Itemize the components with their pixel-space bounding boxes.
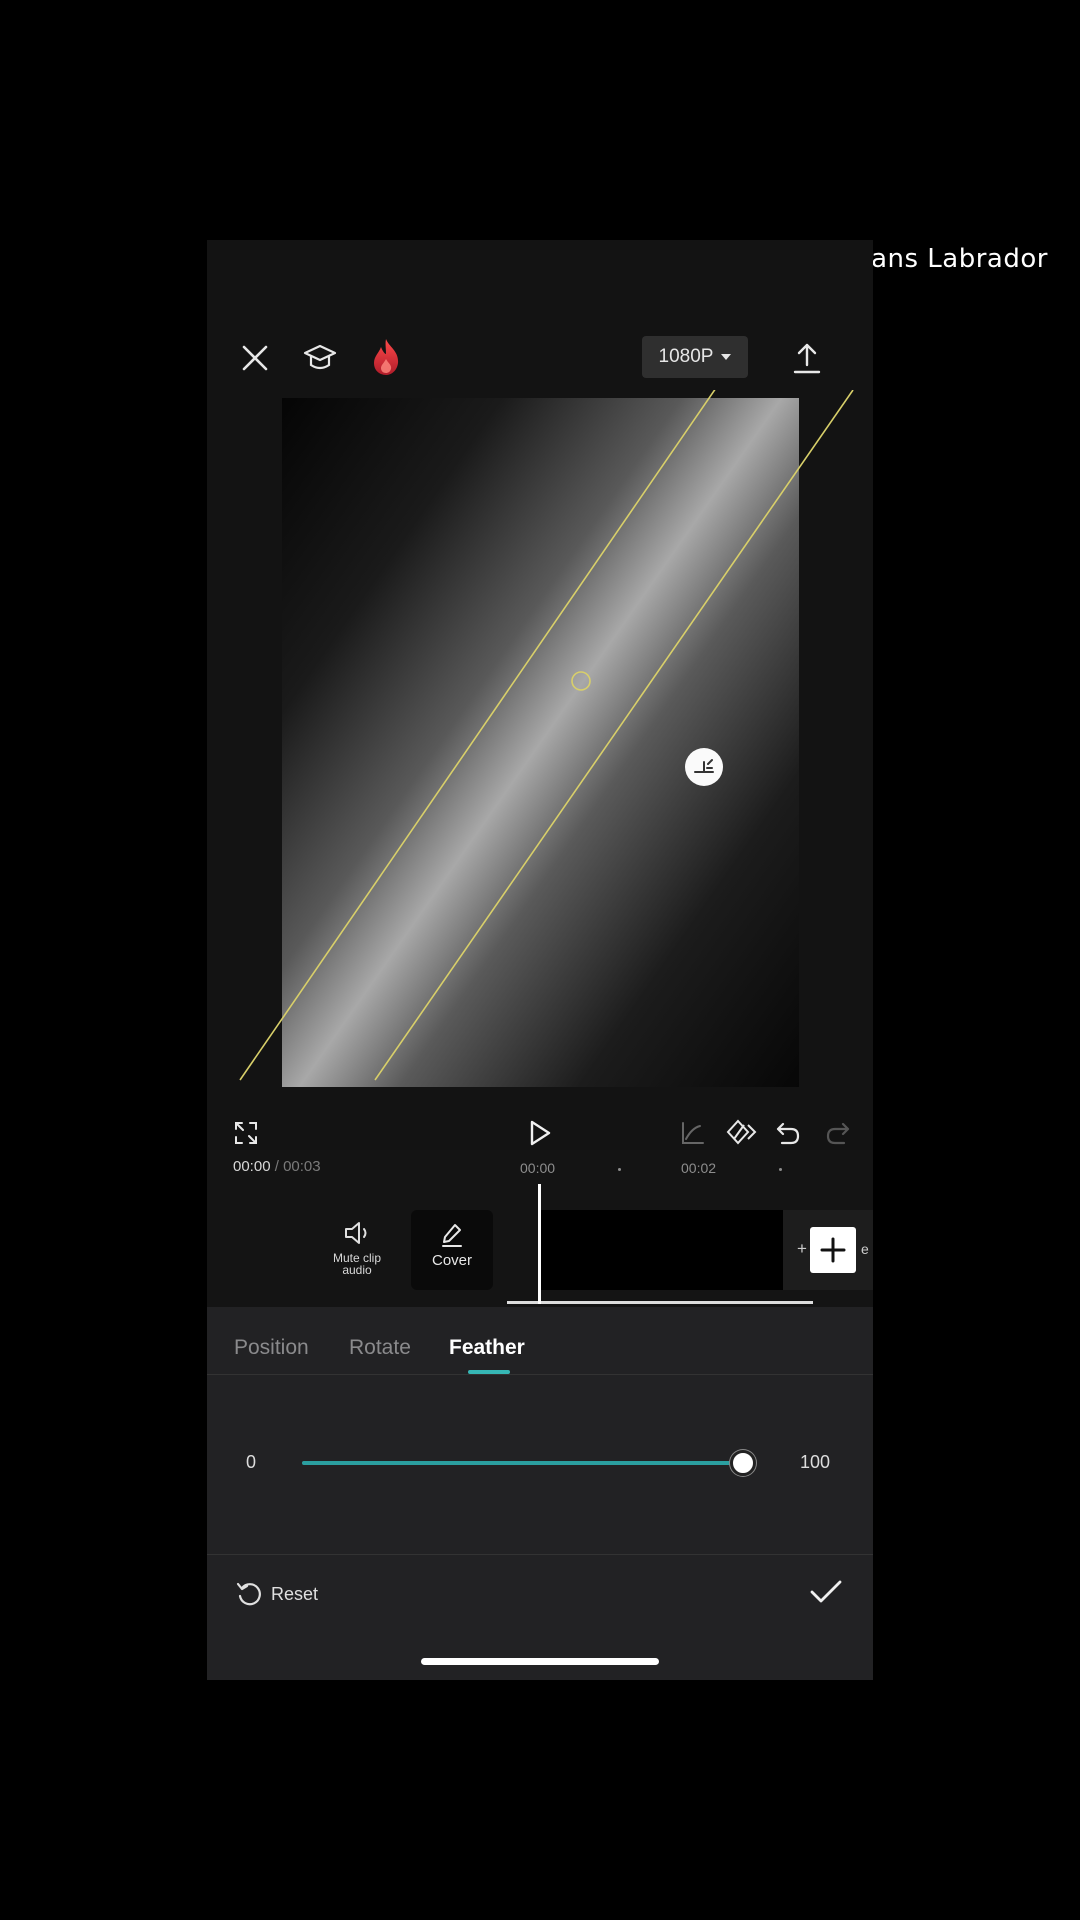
flame-icon[interactable] [366, 336, 406, 378]
playhead[interactable] [538, 1184, 541, 1304]
ruler-dot [618, 1168, 621, 1171]
checkmark-icon [810, 1580, 842, 1603]
redo-icon[interactable] [821, 1116, 855, 1150]
video-clip[interactable] [541, 1210, 789, 1290]
top-bar: 1080P [207, 240, 873, 390]
reset-button[interactable]: Reset [235, 1580, 318, 1608]
plus-icon [820, 1237, 846, 1263]
tab-feather[interactable]: Feather [449, 1336, 525, 1360]
close-icon[interactable] [237, 340, 273, 376]
keyframe-icon[interactable] [722, 1114, 760, 1150]
fullscreen-icon[interactable] [229, 1116, 263, 1150]
add-clip-button[interactable] [810, 1227, 856, 1273]
tab-position[interactable]: Position [234, 1336, 309, 1360]
ruler-mark: 00:00 [520, 1160, 556, 1176]
clip-underline [507, 1301, 813, 1304]
resolution-dropdown[interactable]: 1080P [642, 336, 748, 378]
mask-line-lower[interactable] [374, 390, 854, 1081]
slider-max-label: 100 [800, 1452, 831, 1472]
mask-center-handle[interactable] [571, 671, 591, 691]
time-separator: / [270, 1158, 284, 1175]
mask-line-upper[interactable] [239, 390, 716, 1081]
slider-fill [302, 1461, 742, 1465]
total-time: 00:03 [283, 1158, 321, 1175]
mute-label-line2: audio [342, 1263, 372, 1277]
clip-end-marker: e [861, 1241, 869, 1257]
cover-button[interactable]: Cover [411, 1210, 493, 1290]
panel-divider [207, 1554, 873, 1555]
play-icon[interactable] [523, 1116, 557, 1150]
pencil-icon [442, 1224, 462, 1247]
slider-min-label: 0 [246, 1452, 257, 1472]
confirm-button[interactable] [808, 1574, 844, 1615]
tab-divider [207, 1374, 873, 1375]
slider-thumb[interactable] [730, 1450, 756, 1476]
mute-clip-audio-button[interactable]: Mute clip audio [312, 1220, 402, 1290]
export-icon[interactable] [787, 338, 827, 378]
editor-screen: 1080P 00:00 / 00:03 00:00 00:02 Mute cli… [207, 240, 873, 1680]
chevron-down-icon [721, 354, 732, 360]
current-time: 00:00 [233, 1158, 271, 1175]
graduation-cap-icon[interactable] [300, 338, 340, 378]
reset-label: Reset [271, 1583, 319, 1604]
home-indicator [421, 1658, 659, 1665]
mask-overlay[interactable] [207, 390, 873, 1130]
ruler-dot [779, 1168, 782, 1171]
resolution-label: 1080P [658, 346, 714, 367]
tab-rotate[interactable]: Rotate [349, 1336, 411, 1360]
mask-settings-panel [207, 1307, 873, 1680]
undo-icon[interactable] [771, 1116, 805, 1150]
add-clip-plus-icon: + [797, 1239, 807, 1258]
graph-icon[interactable] [676, 1116, 710, 1150]
video-preview[interactable] [207, 390, 873, 1130]
ruler-mark: 00:02 [681, 1160, 717, 1176]
feather-handle-icon[interactable] [685, 748, 723, 786]
cover-label: Cover [431, 1252, 472, 1269]
speaker-icon [345, 1222, 367, 1244]
watermark-text: Fans Labrador [858, 244, 1048, 274]
timecode: 00:00 / 00:03 [233, 1158, 321, 1175]
reset-icon [236, 1582, 261, 1606]
feather-slider[interactable] [302, 1450, 756, 1476]
